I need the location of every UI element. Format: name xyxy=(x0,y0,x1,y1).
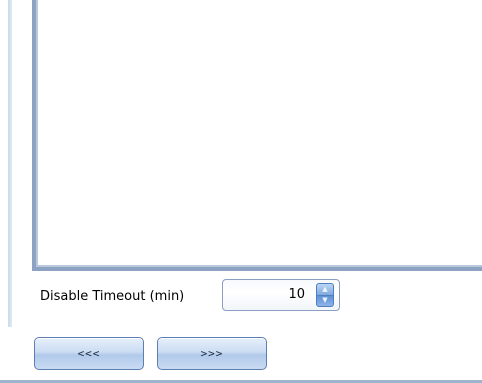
previous-button[interactable]: <<< xyxy=(34,337,144,370)
disable-timeout-value[interactable]: 10 xyxy=(288,287,305,302)
content-list-box[interactable] xyxy=(32,0,482,271)
stepper-buttons[interactable]: ▲ ▼ xyxy=(316,283,334,307)
disable-timeout-stepper[interactable]: 10 ▲ ▼ xyxy=(222,279,340,311)
chevron-down-icon[interactable]: ▼ xyxy=(317,295,333,306)
disable-timeout-label: Disable Timeout (min) xyxy=(40,289,185,304)
next-button[interactable]: >>> xyxy=(157,337,267,370)
